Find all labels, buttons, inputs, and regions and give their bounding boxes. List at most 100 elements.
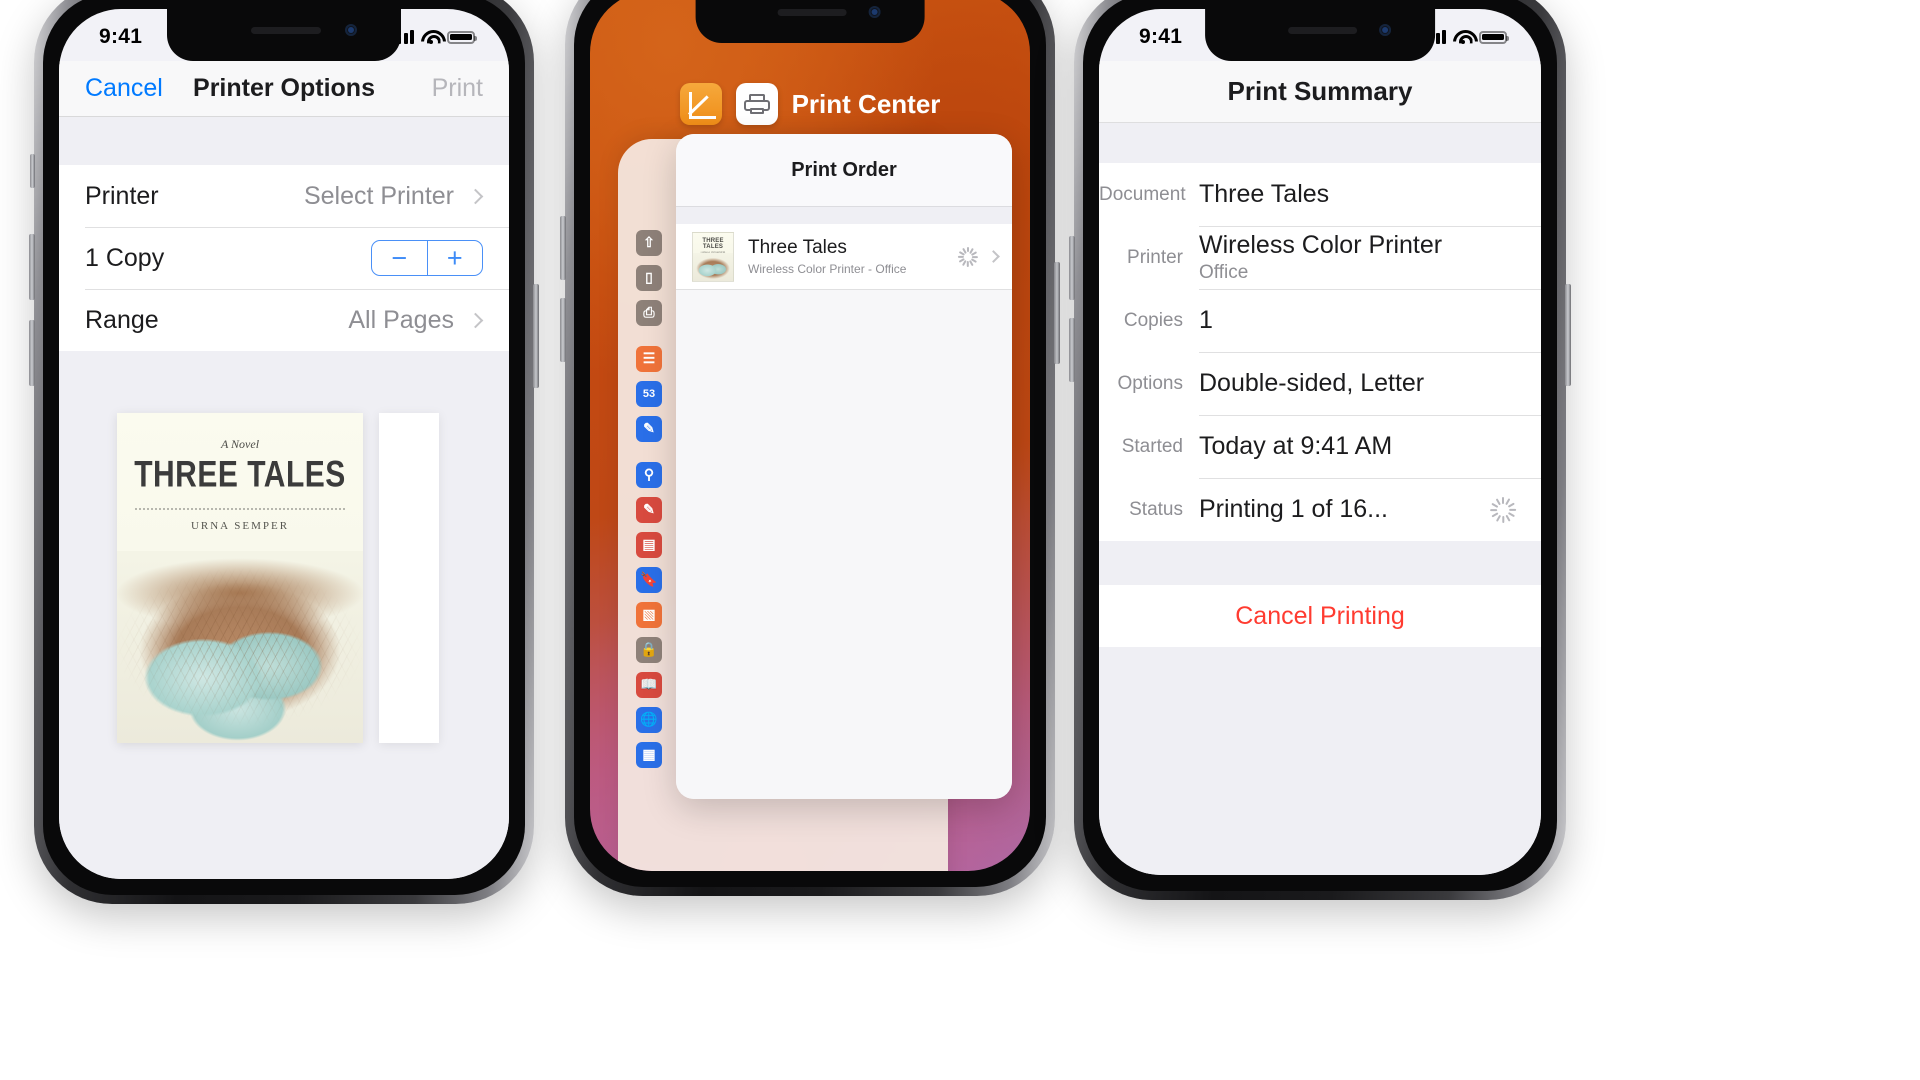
bookmark-icon: 🔖	[636, 566, 662, 593]
job-thumb-title: THREE TALES	[702, 237, 724, 250]
presenter-icon: ▧	[636, 601, 662, 628]
stepper-plus-button[interactable]: +	[428, 241, 483, 275]
volume-up-button[interactable]	[1069, 236, 1075, 300]
earpiece-speaker	[777, 9, 847, 16]
wifi-icon	[1453, 30, 1472, 44]
summary-row-copies: Copies 1	[1099, 289, 1541, 352]
row-range-value: All Pages	[348, 305, 454, 334]
phone-printer-options: 9:41 Cancel Printer Options Print Printe…	[29, 0, 539, 904]
job-accessories	[957, 246, 1000, 267]
chevron-right-icon	[987, 250, 1000, 263]
volume-down-button[interactable]	[29, 320, 35, 386]
notch	[167, 9, 401, 61]
cancel-button[interactable]: Cancel	[85, 74, 163, 103]
print-summary-list: Document Three Tales Printer Wireless Co…	[1099, 163, 1541, 541]
print-order-body	[676, 290, 1012, 799]
summary-row-started: Started Today at 9:41 AM	[1099, 415, 1541, 478]
summary-value: Today at 9:41 AM	[1199, 432, 1393, 460]
volume-up-button[interactable]	[29, 234, 35, 300]
print-order-sheet: Print Order THREE TALES URNA SEMPER Thre…	[676, 134, 1012, 799]
summary-key: Options	[1117, 372, 1183, 394]
row-range-label: Range	[85, 305, 159, 334]
job-title: Three Tales	[748, 237, 847, 258]
printer-options-navbar: Cancel Printer Options Print	[59, 61, 509, 117]
section-gap	[59, 117, 509, 165]
print-job-row[interactable]: THREE TALES URNA SEMPER Three Tales Wire…	[676, 224, 1012, 290]
row-copies[interactable]: 1 Copy − +	[59, 227, 509, 289]
document-setup-icon: ▦	[636, 741, 662, 768]
cancel-printing-button[interactable]: Cancel Printing	[1099, 585, 1541, 647]
status-indicators	[390, 30, 477, 44]
document-app-icon[interactable]	[679, 83, 722, 125]
summary-key: Printer	[1127, 246, 1183, 268]
row-range[interactable]: Range All Pages	[59, 289, 509, 351]
lock-icon: 🔒	[636, 636, 662, 663]
volume-up-button[interactable]	[560, 216, 566, 280]
job-thumb-photo	[693, 252, 733, 281]
print-icon: ⎙	[636, 299, 662, 326]
phone-print-summary: 9:41 Print Summary Document Three Tales	[1069, 0, 1571, 900]
word-count-icon: 53	[636, 380, 662, 407]
summary-row-options: Options Double-sided, Letter	[1099, 352, 1541, 415]
status-indicators	[1422, 30, 1509, 44]
change-tracking-icon: ▤	[636, 531, 662, 558]
summary-value: 1	[1199, 306, 1213, 334]
earpiece-speaker	[251, 27, 322, 34]
status-time: 9:41	[1139, 25, 1183, 48]
printer-app-icon[interactable]	[735, 83, 778, 125]
phone-bezel: 9:41 Cancel Printer Options Print Printe…	[43, 0, 525, 895]
battery-icon	[447, 30, 477, 44]
phone-print-center: Print Center ⇧ Share ▯ Export ⎙ Print	[560, 0, 1060, 896]
print-button[interactable]: Print	[432, 74, 483, 103]
power-button[interactable]	[1054, 262, 1060, 364]
preview-page-2[interactable]	[379, 413, 439, 743]
summary-key: Document	[1099, 183, 1186, 205]
summary-row-status: Status Printing 1 of 16...	[1099, 478, 1541, 541]
power-button[interactable]	[533, 284, 539, 388]
job-thumbnail: THREE TALES URNA SEMPER	[692, 231, 734, 282]
status-time: 9:41	[99, 25, 143, 48]
globe-icon: 🌐	[636, 706, 662, 733]
printer-options-list: Printer Select Printer 1 Copy − + Range …	[59, 165, 509, 351]
section-gap	[1099, 123, 1541, 163]
book-icon: 📖	[636, 671, 662, 698]
export-icon: ▯	[636, 264, 662, 291]
power-button[interactable]	[1565, 284, 1571, 386]
volume-down-button[interactable]	[560, 298, 566, 362]
quantity-stepper[interactable]: − +	[371, 240, 483, 276]
print-center-title: Print Center	[791, 88, 941, 119]
summary-key: Copies	[1123, 309, 1183, 331]
ruler-icon: ✎	[636, 415, 662, 442]
print-center-header: Print Center	[590, 83, 1030, 125]
share-icon: ⇧	[636, 229, 662, 256]
page-background	[1099, 647, 1541, 875]
wifi-icon	[421, 30, 440, 44]
summary-row-document: Document Three Tales	[1099, 163, 1541, 226]
row-printer-label: Printer	[85, 181, 159, 210]
row-printer-value: Select Printer	[303, 181, 454, 210]
smart-annotation-icon: ✎	[636, 496, 662, 523]
activity-spinner-icon	[1489, 496, 1517, 523]
book-author: URNA SEMPER	[190, 520, 290, 532]
notch	[1205, 9, 1435, 61]
preview-page-1[interactable]: A Novel THREE TALES URNA SEMPER	[117, 413, 363, 743]
phone-bezel: 9:41 Print Summary Document Three Tales	[1083, 0, 1557, 891]
print-order-title: Print Order	[676, 134, 1012, 206]
summary-value-main: Wireless Color Printer	[1199, 231, 1443, 259]
phone1-screen: 9:41 Cancel Printer Options Print Printe…	[59, 9, 509, 879]
print-preview-area: A Novel THREE TALES URNA SEMPER Page 1	[59, 351, 509, 879]
front-camera	[868, 6, 881, 18]
activity-spinner-icon	[957, 246, 978, 267]
book-eyebrow: A Novel	[220, 437, 260, 451]
phone3-screen: 9:41 Print Summary Document Three Tales	[1099, 9, 1541, 875]
front-camera	[1379, 24, 1392, 36]
job-text: Three Tales Wireless Color Printer - Off…	[748, 237, 906, 276]
stepper-minus-button[interactable]: −	[372, 241, 428, 275]
summary-key: Status	[1129, 498, 1183, 520]
page-title: Print Summary	[1099, 61, 1541, 123]
mute-switch[interactable]	[30, 154, 35, 188]
volume-down-button[interactable]	[1069, 318, 1075, 382]
summary-value: Three Tales	[1199, 180, 1330, 208]
row-printer[interactable]: Printer Select Printer	[59, 165, 509, 227]
chevron-right-icon	[467, 312, 484, 328]
